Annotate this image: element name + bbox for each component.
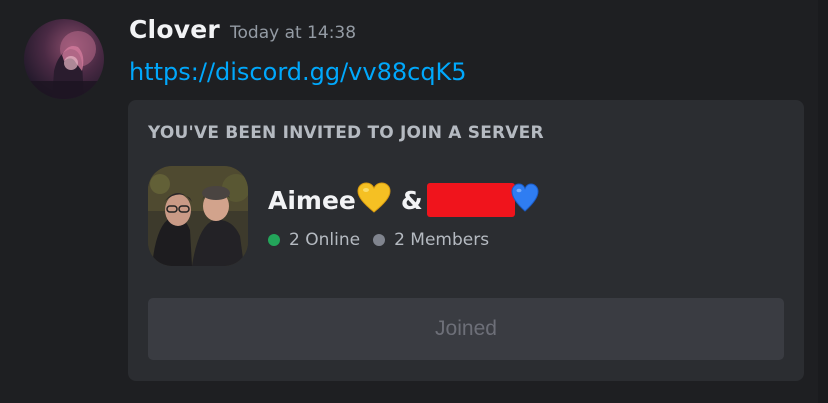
- invite-link[interactable]: https://discord.gg/vv88cqK5: [129, 58, 467, 86]
- server-name: Aimee: [268, 185, 356, 215]
- grey-dot-icon: [373, 234, 386, 246]
- member-count: 2 Members: [394, 230, 490, 250]
- message-author[interactable]: Clover: [129, 15, 220, 44]
- scrollbar-track[interactable]: [818, 0, 828, 403]
- message-timestamp: Today at 14:38: [230, 23, 357, 43]
- server-name-row: Aimee &: [268, 182, 539, 218]
- avatar-image: [24, 31, 104, 99]
- name-separator: &: [400, 185, 423, 215]
- green-dot-icon: [268, 234, 280, 246]
- user-avatar[interactable]: [24, 19, 104, 99]
- joined-button[interactable]: Joined: [148, 298, 784, 360]
- chat-view: Clover Today at 14:38 https://discord.gg…: [0, 0, 828, 403]
- server-icon[interactable]: [148, 166, 248, 266]
- server-stats: 2 Online 2 Members: [268, 228, 489, 252]
- server-icon-image: [148, 166, 248, 266]
- blue-heart-icon: [511, 183, 539, 217]
- online-count: 2 Online: [289, 230, 361, 250]
- redaction-mark: [426, 183, 515, 217]
- yellow-heart-icon: [357, 182, 391, 218]
- invite-heading: YOU'VE BEEN INVITED TO JOIN A SERVER: [148, 123, 544, 143]
- invite-embed: YOU'VE BEEN INVITED TO JOIN A SERVER Aim…: [128, 100, 804, 381]
